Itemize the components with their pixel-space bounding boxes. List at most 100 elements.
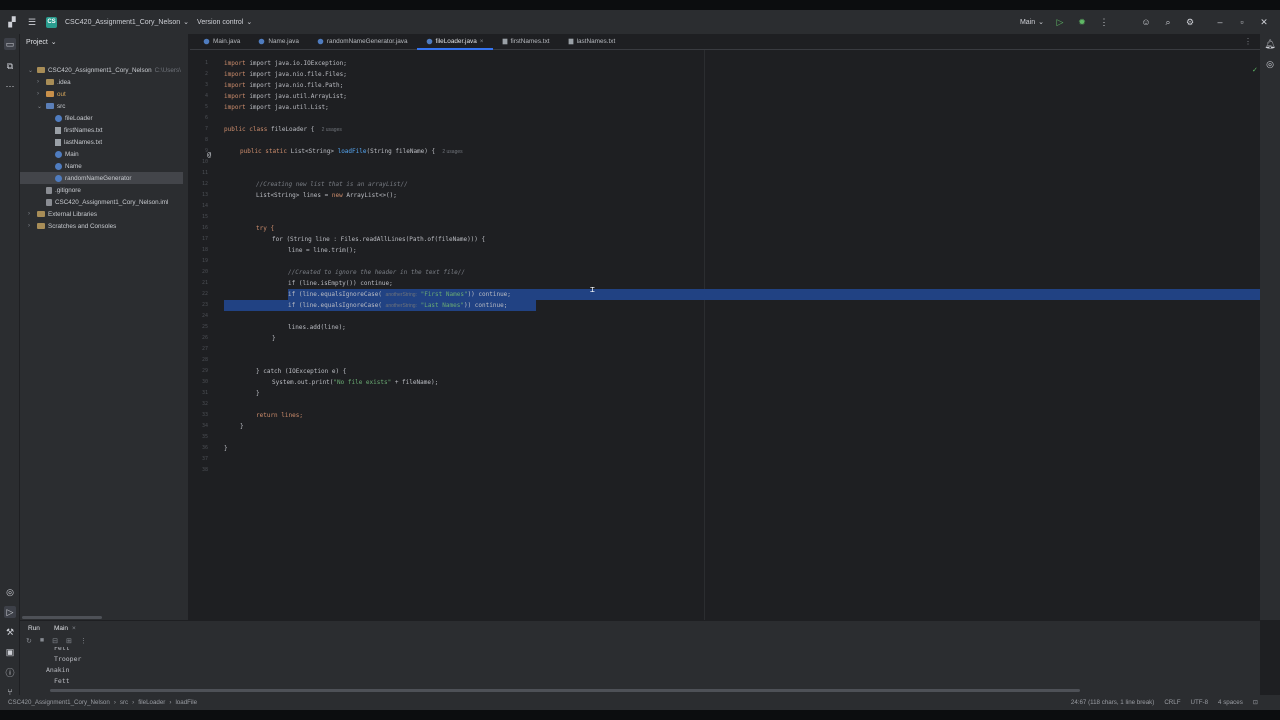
stop-icon[interactable]: ■ bbox=[40, 637, 44, 645]
project-tool-icon[interactable]: ▭ bbox=[4, 38, 16, 50]
tree-item[interactable]: Name bbox=[46, 160, 82, 172]
breadcrumb-item[interactable]: fileLoader bbox=[138, 699, 165, 706]
code-line: public class fileLoader { 2 usages bbox=[224, 124, 342, 135]
terminal-tool-icon[interactable]: ▣ bbox=[4, 646, 16, 658]
run-panel-title[interactable]: Run bbox=[28, 625, 40, 632]
editor-tab-label: lastNames.txt bbox=[576, 38, 616, 45]
editor-tab[interactable]: fileLoader.java × bbox=[416, 34, 493, 50]
code-editor[interactable]: 1 2 3 4 5 6 7 8 9 10 11 12 13 14 15 16 17 18 19 20 21 22 23 24 2… bbox=[190, 50, 1260, 620]
line-number: 30 bbox=[201, 379, 208, 385]
editor-tab[interactable]: lastNames.txt bbox=[559, 34, 625, 49]
code-line: line = line.trim(); bbox=[288, 247, 357, 254]
tree-item[interactable]: › External Libraries bbox=[28, 208, 97, 220]
run-config-selector[interactable]: Main ⌄ bbox=[1020, 18, 1044, 27]
run-toolbar: ↻ ■ ⊟ ⊞ ⋮ bbox=[26, 637, 87, 645]
chevron-right-icon[interactable]: › bbox=[28, 211, 34, 217]
indent-setting[interactable]: 4 spaces bbox=[1218, 699, 1243, 706]
implements-marker-icon[interactable]: @ bbox=[207, 151, 211, 159]
close-icon[interactable]: × bbox=[480, 38, 484, 45]
tree-item[interactable]: › Scratches and Consoles bbox=[28, 220, 116, 232]
tree-item[interactable]: ⌄ src bbox=[37, 100, 65, 112]
text-file-icon bbox=[55, 126, 61, 134]
class-icon bbox=[259, 38, 265, 45]
chevron-right-icon[interactable]: › bbox=[37, 79, 43, 85]
project-selector[interactable]: CSC420_Assignment1_Cory_Nelson ⌄ bbox=[65, 18, 189, 27]
notifications-icon[interactable]: 🔔︎ bbox=[1264, 38, 1276, 50]
editor-tab[interactable]: randomNameGenerator.java bbox=[308, 34, 417, 49]
debug-icon[interactable]: ✹ bbox=[1076, 16, 1088, 28]
line-number: 14 bbox=[201, 203, 208, 209]
tree-item[interactable]: › out bbox=[37, 88, 66, 100]
tree-item[interactable]: firstNames.txt bbox=[46, 124, 103, 136]
project-panel-header[interactable]: Project ⌄ bbox=[20, 34, 188, 50]
class-icon bbox=[55, 150, 62, 158]
line-number: 10 bbox=[201, 159, 208, 165]
tree-item[interactable]: fileLoader bbox=[46, 112, 93, 124]
lock-icon[interactable]: ⊡ bbox=[1253, 699, 1258, 706]
run-output-scrollbar[interactable] bbox=[50, 689, 1080, 692]
inspections-ok-icon[interactable]: ✓ bbox=[1252, 66, 1258, 74]
more-icon[interactable]: ⋮ bbox=[80, 637, 87, 645]
run-icon[interactable]: ▷ bbox=[1054, 16, 1066, 28]
toggle-icon[interactable]: ⊞ bbox=[66, 637, 72, 645]
code-text: ArrayList<>(); bbox=[342, 192, 397, 199]
structure-tool-icon[interactable]: ⧉ bbox=[4, 60, 16, 72]
maximize-icon[interactable]: ▫ bbox=[1236, 16, 1248, 28]
tree-item-label: .idea bbox=[57, 78, 71, 86]
tree-item[interactable]: randomNameGenerator bbox=[20, 172, 183, 184]
line-number: 29 bbox=[201, 368, 208, 374]
tree-item[interactable]: CSC420_Assignment1_Cory_Nelson.iml bbox=[37, 196, 168, 208]
line-number: 36 bbox=[201, 445, 208, 451]
tree-item[interactable]: ⌄ CSC420_Assignment1_Cory_Nelson C:\Users\ bbox=[28, 64, 181, 76]
tree-item[interactable]: › .idea bbox=[37, 76, 71, 88]
line-separator[interactable]: CRLF bbox=[1164, 699, 1180, 706]
file-encoding[interactable]: UTF-8 bbox=[1191, 699, 1209, 706]
editor-tab[interactable]: Main.java bbox=[194, 34, 249, 49]
rerun-icon[interactable]: ↻ bbox=[26, 637, 32, 645]
chevron-down-icon[interactable]: ⌄ bbox=[28, 67, 34, 74]
services-tool-icon[interactable]: ◎ bbox=[4, 586, 16, 598]
usages-hint[interactable]: 2 usages bbox=[442, 149, 462, 155]
code-line: import import java.nio.file.Path; bbox=[224, 82, 344, 89]
code-text: List<String> lines = bbox=[256, 192, 332, 199]
tab-list-menu-icon[interactable]: ⋮ bbox=[1244, 37, 1252, 46]
run-output[interactable]: Fett Trooper Anakin Fett bbox=[46, 647, 81, 687]
line-number: 28 bbox=[201, 357, 208, 363]
tree-item[interactable]: .gitignore bbox=[37, 184, 81, 196]
class-icon bbox=[55, 162, 62, 170]
editor-tab[interactable]: firstNames.txt bbox=[493, 34, 559, 49]
run-config-tab[interactable]: Main × bbox=[54, 625, 76, 632]
minimize-icon[interactable]: – bbox=[1214, 16, 1226, 28]
chevron-right-icon[interactable]: › bbox=[28, 223, 34, 229]
more-actions-icon[interactable]: ⋮ bbox=[1098, 16, 1110, 28]
project-scrollbar[interactable] bbox=[22, 616, 102, 619]
tree-item[interactable]: Main bbox=[46, 148, 79, 160]
caret-position[interactable]: 24:67 (118 chars, 1 line break) bbox=[1071, 699, 1154, 706]
ai-assistant-icon[interactable]: ◎ bbox=[1264, 58, 1276, 70]
line-number: 18 bbox=[201, 247, 208, 253]
folder-icon bbox=[46, 103, 54, 109]
restore-layout-icon[interactable]: ⊟ bbox=[52, 637, 58, 645]
account-icon[interactable]: ☺ bbox=[1140, 16, 1152, 28]
line-number: 27 bbox=[201, 346, 208, 352]
code-line: List<String> lines = new ArrayList<>(); bbox=[256, 190, 397, 201]
chevron-right-icon[interactable]: › bbox=[37, 91, 43, 97]
usages-hint[interactable]: 2 usages bbox=[322, 127, 342, 133]
editor-tab[interactable]: Name.java bbox=[249, 34, 308, 49]
search-icon[interactable]: ⌕ bbox=[1162, 16, 1174, 28]
settings-icon[interactable]: ⚙ bbox=[1184, 16, 1196, 28]
version-control-selector[interactable]: Version control ⌄ bbox=[197, 18, 252, 27]
run-tool-icon[interactable]: ▷ bbox=[4, 606, 16, 618]
close-icon[interactable]: × bbox=[72, 625, 76, 632]
breadcrumb-item[interactable]: src bbox=[120, 699, 128, 706]
problems-tool-icon[interactable]: ⓘ bbox=[4, 666, 16, 678]
close-icon[interactable]: ✕ bbox=[1258, 16, 1270, 28]
chevron-down-icon[interactable]: ⌄ bbox=[37, 103, 43, 110]
tree-item[interactable]: lastNames.txt bbox=[46, 136, 102, 148]
build-tool-icon[interactable]: ⚒ bbox=[4, 626, 16, 638]
code-line: return lines; bbox=[256, 410, 303, 421]
more-tools-icon[interactable]: ⋯ bbox=[4, 80, 16, 92]
breadcrumb-item[interactable]: CSC420_Assignment1_Cory_Nelson bbox=[8, 699, 110, 706]
main-menu-icon[interactable]: ☰ bbox=[26, 16, 38, 28]
breadcrumb-item[interactable]: loadFile bbox=[175, 699, 197, 706]
